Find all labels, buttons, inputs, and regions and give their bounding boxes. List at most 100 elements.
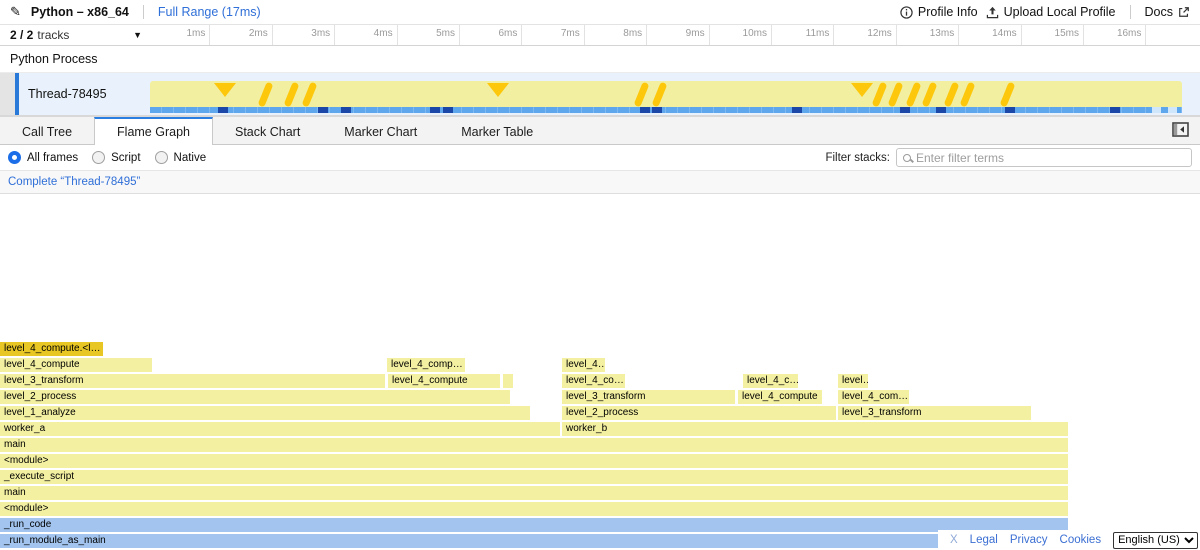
profile-info-button[interactable]: Profile Info (900, 5, 978, 19)
ruler-tick: 4ms (335, 25, 397, 45)
selected-track-accent (15, 73, 19, 115)
tab-marker-table[interactable]: Marker Table (439, 117, 555, 144)
sample-busy-segment (900, 107, 910, 113)
marker-interval-icon[interactable] (302, 82, 318, 107)
radio-script[interactable]: Script (92, 151, 140, 164)
flame-frame[interactable]: level_4_compute (0, 358, 152, 372)
timeline-ruler[interactable]: 1ms2ms3ms4ms5ms6ms7ms8ms9ms10ms11ms12ms1… (148, 25, 1200, 45)
sample-idle-segment (1152, 107, 1161, 113)
flame-frame[interactable]: level_4_co… (562, 374, 625, 388)
flame-graph-canvas[interactable]: level_4_compute.<l…level_4_computelevel_… (0, 194, 1200, 550)
sample-busy-segment (1110, 107, 1120, 113)
marker-interval-icon[interactable] (1000, 82, 1016, 107)
flame-frame[interactable]: level_3_transform (0, 374, 385, 388)
sample-busy-segment (443, 107, 453, 113)
flame-frame[interactable]: level_1_analyze (0, 406, 530, 420)
divider (1130, 5, 1131, 19)
tracks-dropdown[interactable]: 2 / 2 tracks ▼ (0, 25, 148, 45)
language-select[interactable]: English (US) (1113, 532, 1198, 549)
track-python-process[interactable]: Python Process (0, 46, 1200, 73)
flame-frame[interactable]: level_4_compute (388, 374, 500, 388)
thread-track-label: Thread-78495 (28, 73, 107, 115)
search-icon (903, 154, 911, 162)
ruler-tick: 11ms (772, 25, 834, 45)
flame-frame[interactable]: level_4_compute (738, 390, 822, 404)
top-bar: ✎ Python – x86_64 Full Range (17ms) Prof… (0, 0, 1200, 25)
flame-frame[interactable]: level_3_transform (838, 406, 1031, 420)
marker-interval-icon[interactable] (888, 82, 904, 107)
tab-call-tree[interactable]: Call Tree (0, 117, 94, 144)
samples-strip[interactable] (150, 107, 1182, 113)
filter-searchbox[interactable] (896, 148, 1192, 167)
upload-label: Upload Local Profile (1004, 5, 1116, 19)
marker-interval-icon[interactable] (922, 82, 938, 107)
footer-link-cookies[interactable]: Cookies (1060, 534, 1102, 546)
radio-native[interactable]: Native (155, 151, 207, 164)
flame-frame[interactable]: level_4_compute.<l… (0, 342, 103, 356)
flame-frame[interactable]: <module> (0, 454, 1068, 468)
docs-label: Docs (1145, 5, 1173, 19)
flame-frame[interactable]: level_4_comp… (387, 358, 465, 372)
marker-interval-icon[interactable] (652, 82, 668, 107)
tab-stack-chart[interactable]: Stack Chart (213, 117, 322, 144)
full-range-link[interactable]: Full Range (17ms) (158, 5, 261, 19)
breadcrumb-complete-thread[interactable]: Complete “Thread-78495” (8, 176, 140, 188)
sample-busy-segment (341, 107, 351, 113)
footer-link-privacy[interactable]: Privacy (1010, 534, 1048, 546)
edit-profile-name-icon[interactable]: ✎ (10, 4, 21, 20)
tab-flame-graph[interactable]: Flame Graph (94, 117, 213, 145)
flame-frame[interactable]: main (0, 486, 1068, 500)
marker-interval-icon[interactable] (906, 82, 922, 107)
marker-interval-icon[interactable] (944, 82, 960, 107)
upload-local-profile-button[interactable]: Upload Local Profile (986, 5, 1116, 19)
flame-frame[interactable]: level_3_transform (562, 390, 735, 404)
radio-dot (8, 151, 21, 164)
tab-marker-chart[interactable]: Marker Chart (322, 117, 439, 144)
radio-label: Native (174, 152, 207, 164)
ruler-tick: 12ms (834, 25, 896, 45)
marker-interval-icon[interactable] (634, 82, 650, 107)
filter-input[interactable] (916, 151, 1185, 165)
footer-link-legal[interactable]: Legal (970, 534, 998, 546)
ruler-tick: 15ms (1022, 25, 1084, 45)
sidebar-toggle-button[interactable] (1170, 122, 1190, 140)
track-thread[interactable]: Thread-78495 (0, 73, 1200, 115)
marker-interval-icon[interactable] (258, 82, 274, 107)
docs-button[interactable]: Docs (1145, 5, 1190, 19)
ruler-tick: 7ms (522, 25, 584, 45)
radio-all-frames[interactable]: All frames (8, 151, 78, 164)
marker-triangle-icon[interactable] (851, 83, 873, 97)
flame-frame[interactable]: <module> (0, 502, 1068, 516)
radio-dot (92, 151, 105, 164)
filter-stacks-label: Filter stacks: (825, 152, 890, 164)
flame-frame[interactable]: level_4_c… (743, 374, 798, 388)
thread-track-visualization[interactable] (150, 73, 1182, 115)
flame-frame[interactable]: main (0, 438, 1068, 452)
radio-label: Script (111, 152, 140, 164)
flame-frame[interactable]: level… (838, 374, 868, 388)
breadcrumb: Complete “Thread-78495” (0, 171, 1200, 194)
marker-interval-icon[interactable] (872, 82, 888, 107)
marker-interval-icon[interactable] (960, 82, 976, 107)
marker-interval-icon[interactable] (284, 82, 300, 107)
sample-busy-segment (1005, 107, 1015, 113)
external-link-icon (1178, 6, 1190, 18)
flame-frame[interactable]: level_2_process (562, 406, 836, 420)
ruler-tick: 1ms (148, 25, 210, 45)
flame-frame[interactable] (503, 374, 513, 388)
flame-frame[interactable]: worker_a (0, 422, 560, 436)
flame-frame[interactable]: worker_b (562, 422, 1068, 436)
flame-frame[interactable]: level_2_process (0, 390, 510, 404)
sample-busy-segment (318, 107, 328, 113)
marker-triangle-icon[interactable] (214, 83, 236, 97)
flame-frame[interactable]: level_4_com… (838, 390, 909, 404)
flame-frame[interactable]: _execute_script (0, 470, 1068, 484)
flame-frame[interactable]: _run_module_as_main (0, 534, 1068, 548)
sample-busy-segment (792, 107, 802, 113)
flame-frame[interactable]: _run_code (0, 518, 1068, 532)
tracks-count: 2 / 2 (10, 28, 33, 42)
flame-frame[interactable]: level_4… (562, 358, 605, 372)
marker-triangle-icon[interactable] (487, 83, 509, 97)
footer-link-x[interactable]: X (950, 534, 958, 546)
activity-graph[interactable] (150, 81, 1182, 107)
